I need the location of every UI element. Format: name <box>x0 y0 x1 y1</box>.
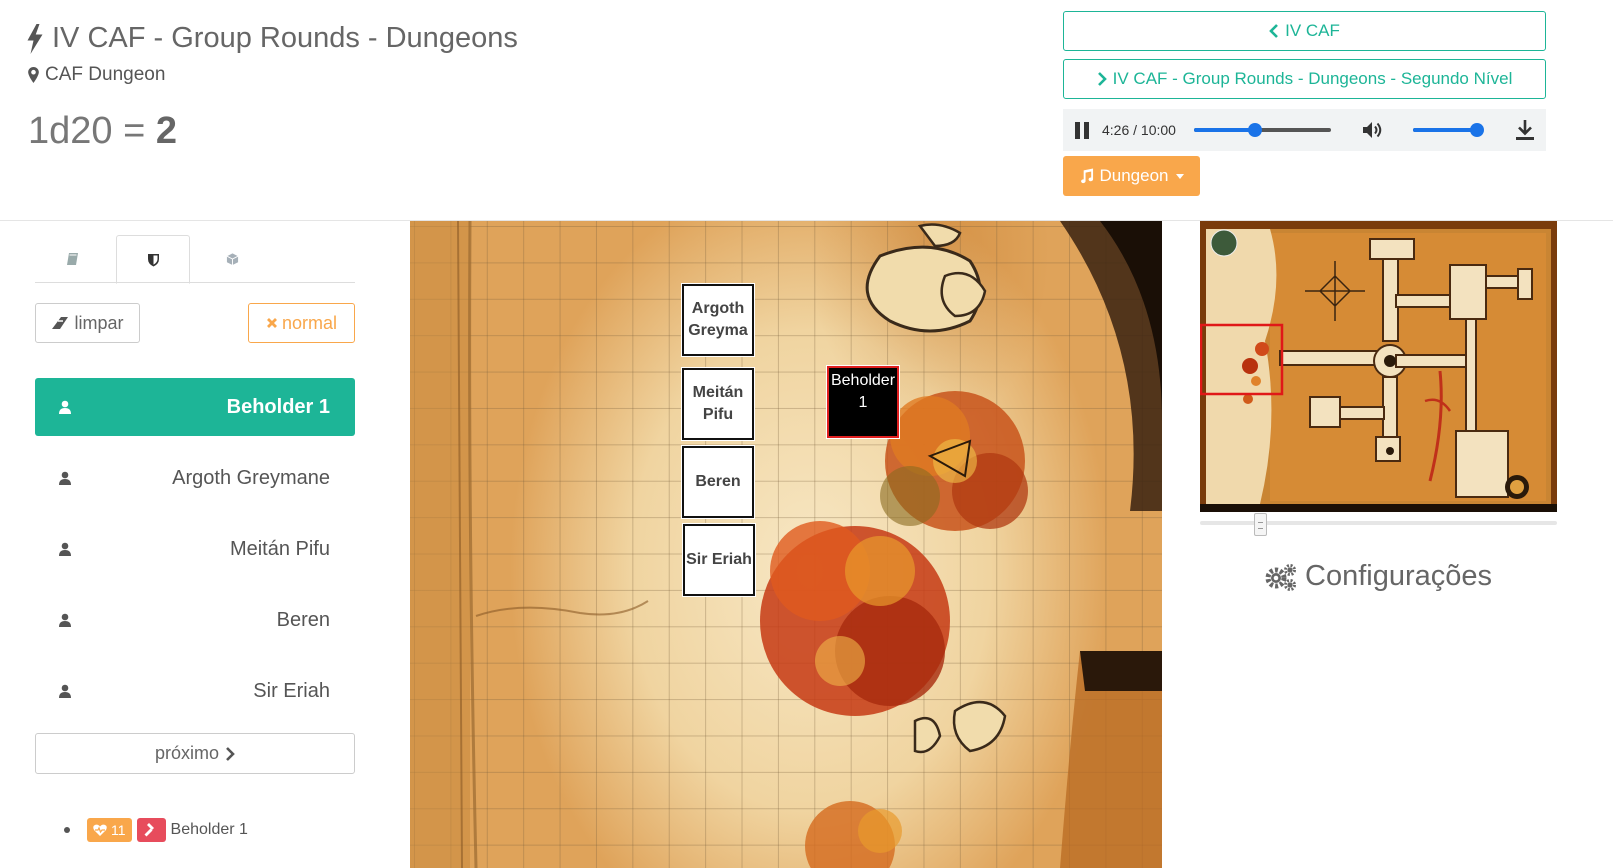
volume-icon[interactable] <box>1361 119 1385 141</box>
location-text: CAF Dungeon <box>45 64 166 85</box>
chevron-right-icon <box>226 746 235 761</box>
gavel-icon <box>144 823 155 837</box>
music-label: Dungeon <box>1099 166 1169 185</box>
token-sir-eriah[interactable]: Sir Eriah <box>682 523 756 597</box>
shield-icon <box>147 253 159 266</box>
audio-time: 4:26 / 10:00 <box>1102 122 1176 138</box>
initiative-name: Sir Eriah <box>253 679 330 702</box>
mode-button[interactable]: normal <box>248 303 355 343</box>
audio-seek-slider[interactable] <box>1194 123 1331 137</box>
mode-label: normal <box>281 312 338 333</box>
bolt-icon <box>27 23 43 54</box>
dice-roll: 1d20 = 2 <box>28 110 177 153</box>
initiative-name: Beren <box>276 608 330 631</box>
music-icon <box>1081 168 1094 184</box>
initiative-item[interactable]: Beholder 1 <box>35 378 355 436</box>
initiative-name: Beholder 1 <box>226 395 330 418</box>
cube-icon <box>226 253 238 266</box>
prev-scene-button[interactable]: IV CAF <box>1063 11 1546 51</box>
token-beren[interactable]: Beren <box>681 445 755 519</box>
next-turn-label: próximo <box>154 743 220 763</box>
eraser-icon <box>52 317 69 329</box>
user-icon <box>59 684 71 698</box>
dice-expression: 1d20 = <box>28 110 156 152</box>
list-bullet <box>64 827 70 833</box>
chevron-right-icon <box>1097 72 1107 86</box>
initiative-name: Argoth Greymane <box>172 466 330 489</box>
token-argoth[interactable]: Argoth Greyma <box>681 283 755 357</box>
status-name: Beholder 1 <box>170 821 248 838</box>
initiative-item[interactable]: Beren <box>35 591 355 649</box>
user-icon <box>59 400 71 414</box>
zoom-handle[interactable] <box>1254 513 1267 536</box>
gears-icon <box>1265 563 1296 591</box>
music-dropdown[interactable]: Dungeon <box>1063 156 1200 196</box>
heartbeat-icon <box>93 824 107 836</box>
initiative-item[interactable]: Meitán Pifu <box>35 520 355 578</box>
user-icon <box>59 471 71 485</box>
clear-label: limpar <box>74 312 124 333</box>
tab-shield[interactable] <box>116 235 190 284</box>
volume-slider[interactable] <box>1413 123 1485 137</box>
next-scene-button[interactable]: IV CAF - Group Rounds - Dungeons - Segun… <box>1063 59 1546 99</box>
settings-link[interactable]: Configurações <box>1264 560 1492 593</box>
close-icon <box>266 318 277 328</box>
page-title-text: IV CAF - Group Rounds - Dungeons <box>52 22 518 54</box>
location: CAF Dungeon <box>28 64 165 86</box>
page-title: IV CAF - Group Rounds - Dungeons <box>26 22 518 55</box>
dice-result: 2 <box>155 110 177 152</box>
hp-badge: 11 <box>87 818 132 842</box>
user-icon <box>59 613 71 627</box>
book-icon <box>66 253 78 265</box>
next-turn-button[interactable]: próximo <box>35 733 355 774</box>
tab-book[interactable] <box>35 235 109 283</box>
chevron-left-icon <box>1269 24 1279 38</box>
pause-button[interactable] <box>1075 121 1089 139</box>
map-marker-icon <box>28 67 39 83</box>
panel-tabs <box>35 235 355 284</box>
initiative-name: Meitán Pifu <box>229 537 330 560</box>
caret-down-icon <box>1175 173 1184 179</box>
clear-button[interactable]: limpar <box>35 303 140 343</box>
user-icon <box>59 542 71 556</box>
initiative-item[interactable]: Sir Eriah <box>35 662 355 720</box>
volume-handle[interactable] <box>1470 123 1485 137</box>
minimap[interactable] <box>1200 221 1557 512</box>
download-icon[interactable] <box>1515 119 1535 141</box>
minimap-artwork <box>1200 229 1557 512</box>
prev-scene-label: IV CAF <box>1285 21 1340 40</box>
seek-handle[interactable] <box>1247 123 1262 137</box>
tab-cube[interactable] <box>195 235 269 283</box>
attack-badge[interactable] <box>136 818 166 842</box>
token-meitan[interactable]: Meitán Pifu <box>681 367 755 441</box>
audio-player: 4:26 / 10:00 <box>1063 109 1546 151</box>
token-beholder[interactable]: Beholder 1 <box>826 365 900 439</box>
settings-label: Configurações <box>1305 560 1492 592</box>
battle-map[interactable]: Argoth Greyma Meitán Pifu Beren Sir Eria… <box>410 221 1162 868</box>
status-entry: 11 Beholder 1 <box>64 818 248 842</box>
hp-value: 11 <box>111 822 126 838</box>
next-scene-label: IV CAF - Group Rounds - Dungeons - Segun… <box>1112 69 1513 88</box>
map-artwork <box>410 221 1162 868</box>
initiative-item[interactable]: Argoth Greymane <box>35 449 355 507</box>
